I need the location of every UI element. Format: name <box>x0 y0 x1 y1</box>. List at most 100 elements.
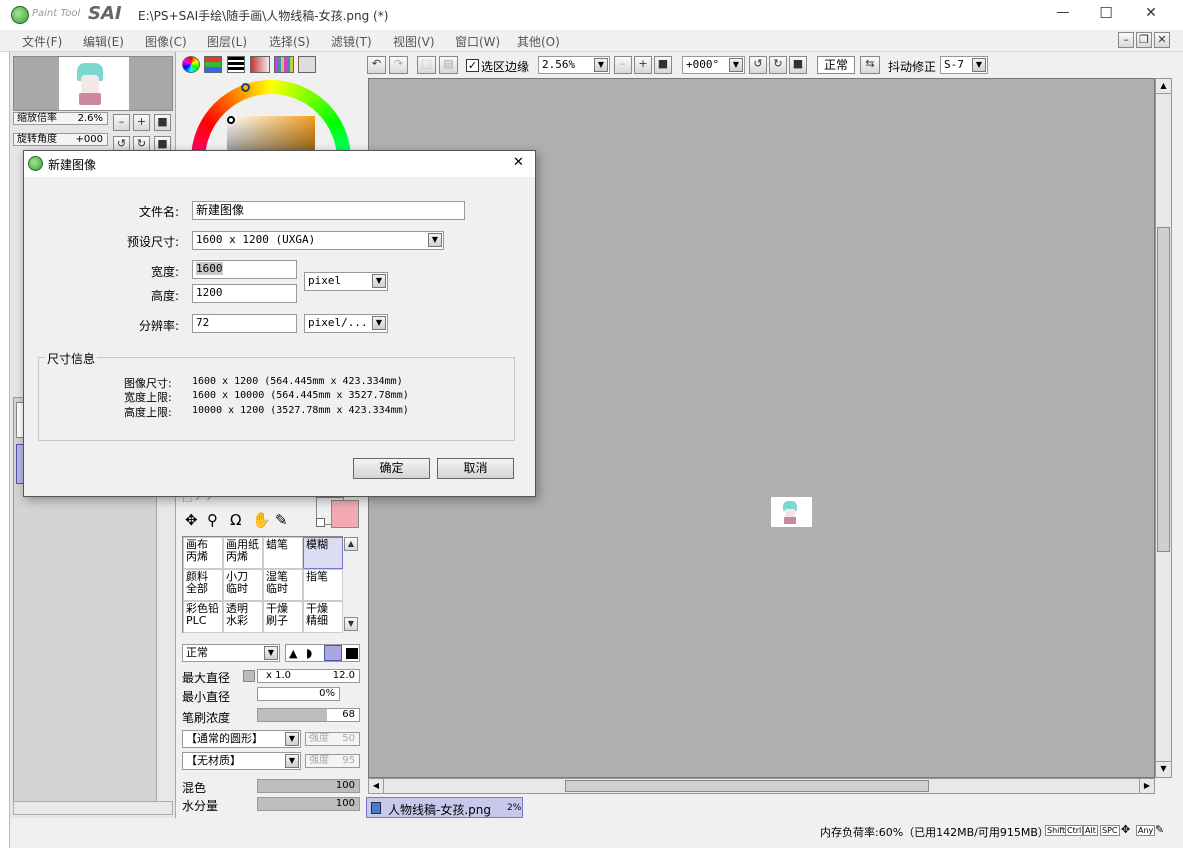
nav-zoom-in-icon[interactable]: + <box>133 114 150 131</box>
undo-icon[interactable]: ↶ <box>367 56 386 74</box>
resolution-input[interactable]: 72 <box>192 314 297 333</box>
invert-selection-icon[interactable]: ▤ <box>439 56 458 74</box>
view-mode-button[interactable]: 正常 <box>817 56 855 74</box>
navigator-preview[interactable] <box>13 56 173 111</box>
menu-select[interactable]: 选择(S) <box>269 33 310 50</box>
texture-strength-slider[interactable]: 强度 95 <box>305 754 360 768</box>
min-size-slider[interactable]: 0% <box>257 687 340 701</box>
brush-cell[interactable]: 颜料 全部 <box>183 569 223 601</box>
menu-edit[interactable]: 编辑(E) <box>83 33 124 50</box>
blending-slider[interactable]: 100 <box>257 779 360 793</box>
rotation-select[interactable]: +000° ▼ <box>682 56 745 74</box>
canvas-horizontal-scrollbar[interactable]: ◀ ▶ <box>368 778 1155 794</box>
blend-mode-select[interactable]: 正常 ▼ <box>182 644 280 662</box>
width-input[interactable]: 1600 <box>192 260 297 279</box>
close-button[interactable]: ✕ <box>1136 5 1166 21</box>
transparent-color-icon[interactable] <box>316 518 325 527</box>
brush-scroll-down-icon[interactable]: ▼ <box>344 617 358 631</box>
document-tab-bar: 人物线稿-女孩.png 2% <box>365 795 1183 820</box>
brush-cell[interactable]: 湿笔 临时 <box>263 569 303 601</box>
scroll-right-icon[interactable]: ▶ <box>1139 779 1154 793</box>
zoom-in-icon[interactable]: + <box>634 56 652 74</box>
brush-cell[interactable]: 画用纸 丙烯 <box>223 537 263 569</box>
resolution-unit-select[interactable]: pixel/... ▼ <box>304 314 388 333</box>
redo-icon[interactable]: ↷ <box>389 56 408 74</box>
brush-scroll-up-icon[interactable]: ▲ <box>344 537 358 551</box>
size-unit-select[interactable]: pixel ▼ <box>304 272 388 291</box>
scroll-up-icon[interactable]: ▲ <box>1156 79 1171 94</box>
brush-cell-selected[interactable]: 模糊 <box>303 537 343 569</box>
zoom-icon[interactable]: ⚲ <box>207 511 218 529</box>
scroll-left-icon[interactable]: ◀ <box>369 779 384 793</box>
brush-cell[interactable]: 蜡笔 <box>263 537 303 569</box>
brush-cell[interactable]: 彩色铅 PLC <box>183 601 223 633</box>
menu-other[interactable]: 其他(O) <box>517 33 560 50</box>
hue-marker[interactable] <box>241 83 250 92</box>
mdi-close-icon[interactable]: ✕ <box>1154 32 1170 48</box>
canvas-vertical-scrollbar[interactable]: ▲ ▼ <box>1155 78 1172 778</box>
deselect-icon[interactable]: ⬚ <box>417 56 436 74</box>
minimize-button[interactable]: — <box>1048 5 1078 20</box>
dialog-close-button[interactable]: ✕ <box>513 155 524 170</box>
ok-button[interactable]: 确定 <box>353 458 430 479</box>
move-icon[interactable]: ✥ <box>185 511 198 529</box>
menu-window[interactable]: 窗口(W) <box>455 33 500 50</box>
swatches-icon[interactable] <box>274 56 294 73</box>
mdi-minimize-icon[interactable]: – <box>1118 32 1134 48</box>
brush-cell[interactable]: 透明 水彩 <box>223 601 263 633</box>
rotate-ccw-icon[interactable]: ↺ <box>749 56 767 74</box>
eyedropper-icon[interactable]: ✎ <box>275 511 288 529</box>
dilution-slider[interactable]: 100 <box>257 797 360 811</box>
selection-edge-checkbox[interactable]: ✓ <box>466 59 479 72</box>
hsv-sliders-icon[interactable] <box>227 56 245 73</box>
shape-strength-slider[interactable]: 强度 50 <box>305 732 360 746</box>
menu-image[interactable]: 图像(C) <box>145 33 187 50</box>
menu-file[interactable]: 文件(F) <box>22 33 62 50</box>
nav-zoom-reset-icon[interactable]: ■ <box>154 114 171 131</box>
menu-filter[interactable]: 滤镜(T) <box>331 33 372 50</box>
menu-layer[interactable]: 图层(L) <box>207 33 247 50</box>
preset-select[interactable]: 1600 x 1200 (UXGA) ▼ <box>192 231 444 250</box>
flip-horizontal-icon[interactable]: ⇆ <box>860 56 880 74</box>
sv-marker[interactable] <box>227 116 235 124</box>
rgb-sliders-icon[interactable] <box>204 56 222 73</box>
filename-input[interactable]: 新建图像 <box>192 201 465 220</box>
brush-cell[interactable]: 干燥 精细 <box>303 601 343 633</box>
brush-cell[interactable]: 指笔 <box>303 569 343 601</box>
color-wheel-icon[interactable] <box>182 56 200 73</box>
rotate-reset-icon[interactable]: ■ <box>789 56 807 74</box>
nav-rotate-slider[interactable]: 旋转角度 +000 <box>13 133 108 146</box>
menu-view[interactable]: 视图(V) <box>393 33 435 50</box>
brush-cell[interactable]: 小刀 临时 <box>223 569 263 601</box>
zoom-select[interactable]: 2.56% ▼ <box>538 56 610 74</box>
scratchpad-icon[interactable] <box>298 56 316 73</box>
brush-shape-select[interactable]: 【通常的圆形】 ▼ <box>182 730 301 748</box>
color-mixer-icon[interactable] <box>250 56 270 73</box>
zoom-out-icon[interactable]: – <box>614 56 632 74</box>
maximize-button[interactable]: ☐ <box>1091 4 1121 22</box>
nav-zoom-out-icon[interactable]: – <box>113 114 130 131</box>
horizontal-scroll-thumb[interactable] <box>565 780 929 792</box>
texture-select[interactable]: 【无材质】 ▼ <box>182 752 301 770</box>
hand-icon[interactable]: ✋ <box>252 511 271 529</box>
density-slider[interactable]: 68 <box>257 708 360 722</box>
layer-list-hscroll[interactable] <box>13 801 173 815</box>
rotate-cw-icon[interactable]: ↻ <box>769 56 787 74</box>
brush-cell[interactable]: 干燥 刷子 <box>263 601 303 633</box>
document-tab[interactable]: 人物线稿-女孩.png 2% <box>366 797 523 818</box>
height-input[interactable]: 1200 <box>192 284 297 303</box>
edge-hardness-selector[interactable]: ▲ ◗ <box>285 644 360 662</box>
nav-zoom-slider[interactable]: 缩放倍率 2.6% <box>13 112 108 125</box>
size-range-icon[interactable] <box>243 670 255 682</box>
document-thumbnail[interactable] <box>771 497 812 527</box>
vertical-scroll-thumb[interactable] <box>1157 227 1170 552</box>
brush-cell[interactable]: 画布 丙烯 <box>183 537 223 569</box>
primary-color-swatch[interactable] <box>331 500 359 528</box>
cancel-button[interactable]: 取消 <box>437 458 514 479</box>
rotate-icon[interactable]: Ω <box>230 511 241 529</box>
mdi-restore-icon[interactable]: ❐ <box>1136 32 1152 48</box>
max-size-slider[interactable]: x 1.0 12.0 <box>257 669 360 683</box>
scroll-down-icon[interactable]: ▼ <box>1156 761 1171 776</box>
stabilizer-select[interactable]: S-7 ▼ <box>940 56 988 74</box>
zoom-reset-icon[interactable]: ■ <box>654 56 672 74</box>
